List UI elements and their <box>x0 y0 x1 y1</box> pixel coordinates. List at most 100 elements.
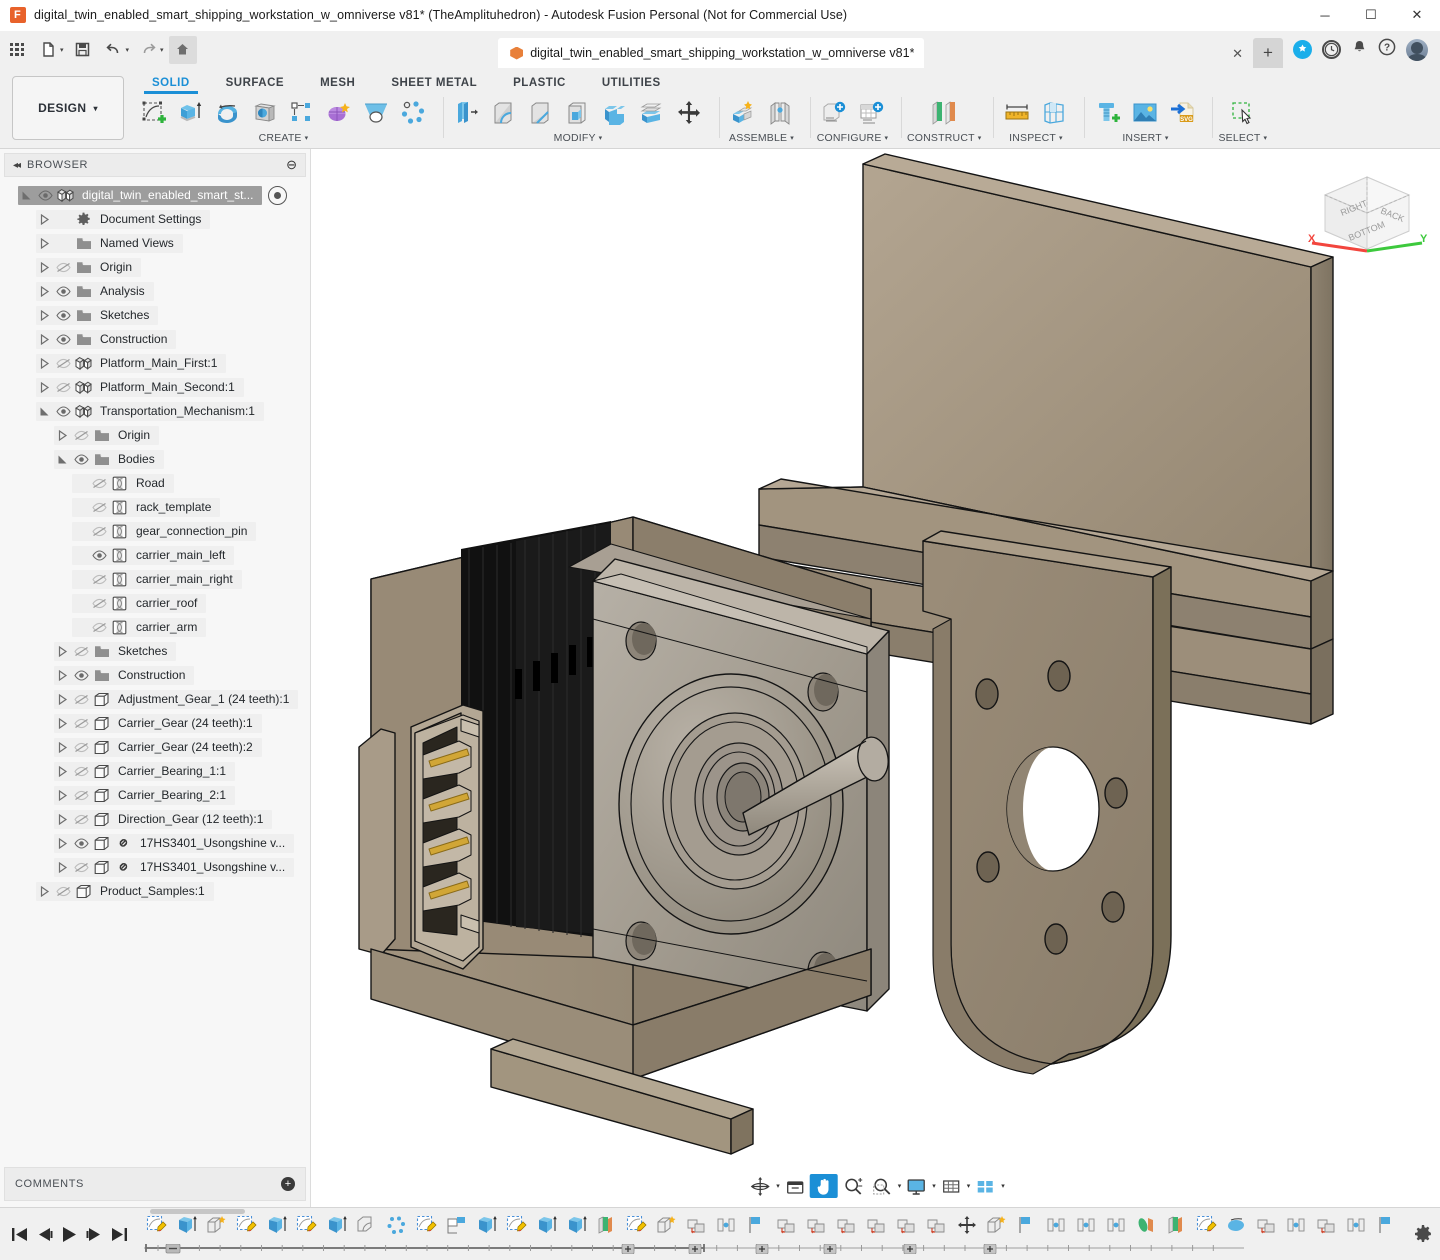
timeline-feature-joint[interactable] <box>1102 1211 1132 1239</box>
visibility-eye-icon[interactable] <box>88 546 110 565</box>
visibility-eye-off-icon[interactable] <box>70 426 92 445</box>
design-canvas[interactable]: RIGHT BACK BOTTOM X Y ▾ <box>311 149 1440 1207</box>
timeline-feature-group[interactable] <box>682 1211 712 1239</box>
tree-item-row[interactable]: Origin <box>36 258 141 277</box>
tree-item-row[interactable]: Carrier_Bearing_1:1 <box>54 762 235 781</box>
timeline-feature-extrude[interactable] <box>472 1211 502 1239</box>
create-form-button[interactable] <box>321 96 357 130</box>
visibility-eye-off-icon[interactable] <box>70 714 92 733</box>
browser-tree-item[interactable]: Carrier_Gear (24 teeth):1 <box>0 711 310 735</box>
extrude-button[interactable] <box>173 96 209 130</box>
visibility-eye-icon[interactable] <box>70 834 92 853</box>
tab-solid[interactable]: SOLID <box>134 73 208 94</box>
tree-item-row[interactable]: 17HS3401_Usongshine v... <box>54 858 294 877</box>
browser-tree-item[interactable]: Carrier_Gear (24 teeth):2 <box>0 735 310 759</box>
browser-tree-item[interactable]: Carrier_Bearing_1:1 <box>0 759 310 783</box>
orbit-caret[interactable]: ▾ <box>776 1182 780 1190</box>
timeline-feature-joint[interactable] <box>1342 1211 1372 1239</box>
3d-model-viewport[interactable] <box>311 149 1440 1169</box>
move-copy-button[interactable] <box>671 96 707 130</box>
browser-tree-item[interactable]: Product_Samples:1 <box>0 879 310 903</box>
insert-mcmaster-button[interactable] <box>1090 96 1126 130</box>
visibility-eye-icon[interactable] <box>52 306 74 325</box>
panel-assemble-label[interactable]: ASSEMBLE ▾ <box>729 132 794 144</box>
browser-tree-item[interactable]: Sketches <box>0 639 310 663</box>
browser-tree-item[interactable]: Bodies <box>0 447 310 471</box>
orbit-button[interactable] <box>746 1174 774 1198</box>
browser-tree-item[interactable]: Sketches <box>0 303 310 327</box>
timeline-go-to-beginning[interactable] <box>8 1223 30 1245</box>
visibility-eye-off-icon[interactable] <box>70 786 92 805</box>
extensions-icon[interactable] <box>1293 40 1312 59</box>
new-component-button[interactable] <box>725 96 761 130</box>
browser-tree-item[interactable]: digital_twin_enabled_smart_st... <box>0 183 310 207</box>
maximize-button[interactable]: ☐ <box>1348 0 1394 30</box>
zoom-window-caret[interactable]: ▾ <box>898 1182 902 1190</box>
undo-icon[interactable] <box>100 36 128 64</box>
visibility-eye-off-icon[interactable] <box>88 570 110 589</box>
notifications-bell-icon[interactable] <box>1351 39 1368 61</box>
expand-arrow-closed-icon[interactable] <box>36 210 52 229</box>
tree-item-row[interactable]: gear_connection_pin <box>72 522 256 541</box>
tab-plastic[interactable]: PLASTIC <box>495 73 584 94</box>
browser-tree-item[interactable]: Adjustment_Gear_1 (24 teeth):1 <box>0 687 310 711</box>
grid-snap-caret[interactable]: ▾ <box>967 1182 971 1190</box>
browser-tree-item[interactable]: Named Views <box>0 231 310 255</box>
zoom-button[interactable] <box>839 1174 867 1198</box>
app-grid-icon[interactable] <box>3 36 31 64</box>
visibility-eye-icon[interactable] <box>52 402 74 421</box>
grid-snap-button[interactable] <box>937 1174 965 1198</box>
comments-add-icon[interactable]: + <box>281 1177 295 1191</box>
tree-item-row[interactable]: carrier_arm <box>72 618 206 637</box>
browser-tree-item[interactable]: Road <box>0 471 310 495</box>
shell-button[interactable] <box>560 96 596 130</box>
timeline-feature-appearance[interactable] <box>1132 1211 1162 1239</box>
expand-arrow-closed-icon[interactable] <box>36 306 52 325</box>
visibility-eye-off-icon[interactable] <box>70 762 92 781</box>
timeline-feature-construct-plane[interactable] <box>1162 1211 1192 1239</box>
expand-arrow-closed-icon[interactable] <box>54 858 70 877</box>
tree-item-row[interactable]: Construction <box>54 666 194 685</box>
revolve-button[interactable] <box>210 96 246 130</box>
expand-arrow-closed-icon[interactable] <box>54 738 70 757</box>
tab-sheet-metal[interactable]: SHEET METAL <box>373 73 495 94</box>
timeline-feature-plane[interactable] <box>442 1211 472 1239</box>
timeline-feature-group[interactable] <box>892 1211 922 1239</box>
timeline-feature-strip[interactable] <box>140 1211 1406 1257</box>
expand-arrow-open-icon[interactable] <box>54 450 70 469</box>
new-document-caret[interactable]: ▾ <box>60 46 64 54</box>
tree-item-row[interactable]: Transportation_Mechanism:1 <box>36 402 264 421</box>
visibility-eye-icon[interactable] <box>70 450 92 469</box>
tree-item-row[interactable]: Document Settings <box>36 210 210 229</box>
panel-modify-label[interactable]: MODIFY ▾ <box>554 132 603 144</box>
minimize-button[interactable]: ─ <box>1302 0 1348 30</box>
document-tab[interactable]: digital_twin_enabled_smart_shipping_work… <box>498 38 924 68</box>
panel-select-label[interactable]: SELECT ▾ <box>1218 132 1267 144</box>
joint-button[interactable] <box>762 96 798 130</box>
panel-construct-label[interactable]: CONSTRUCT ▾ <box>907 132 981 144</box>
tab-utilities[interactable]: UTILITIES <box>584 73 679 94</box>
job-status-clock-icon[interactable] <box>1322 40 1341 59</box>
timeline-feature-new-body[interactable] <box>982 1211 1012 1239</box>
insert-svg-button[interactable]: SVG <box>1164 96 1200 130</box>
tree-item-row[interactable]: Direction_Gear (12 teeth):1 <box>54 810 272 829</box>
panel-configure-label[interactable]: CONFIGURE ▾ <box>817 132 889 144</box>
expand-arrow-closed-icon[interactable] <box>54 714 70 733</box>
close-button[interactable]: ✕ <box>1394 0 1440 30</box>
timeline-feature-joint[interactable] <box>1282 1211 1312 1239</box>
comments-panel[interactable]: COMMENTS + <box>4 1167 306 1201</box>
expand-arrow-closed-icon[interactable] <box>36 258 52 277</box>
redo-icon[interactable] <box>134 36 162 64</box>
browser-tree-item[interactable]: Carrier_Bearing_2:1 <box>0 783 310 807</box>
timeline-feature-sketch[interactable] <box>502 1211 532 1239</box>
zoom-window-button[interactable] <box>868 1174 896 1198</box>
home-icon[interactable] <box>169 36 197 64</box>
expand-arrow-closed-icon[interactable] <box>54 762 70 781</box>
browser-tree-item[interactable]: Transportation_Mechanism:1 <box>0 399 310 423</box>
browser-tree-item[interactable]: Direction_Gear (12 teeth):1 <box>0 807 310 831</box>
visibility-eye-off-icon[interactable] <box>88 522 110 541</box>
tree-item-row[interactable]: carrier_roof <box>72 594 206 613</box>
tree-item-row[interactable]: Platform_Main_First:1 <box>36 354 226 373</box>
timeline-ruler[interactable] <box>144 1244 1244 1254</box>
visibility-eye-off-icon[interactable] <box>52 258 74 277</box>
